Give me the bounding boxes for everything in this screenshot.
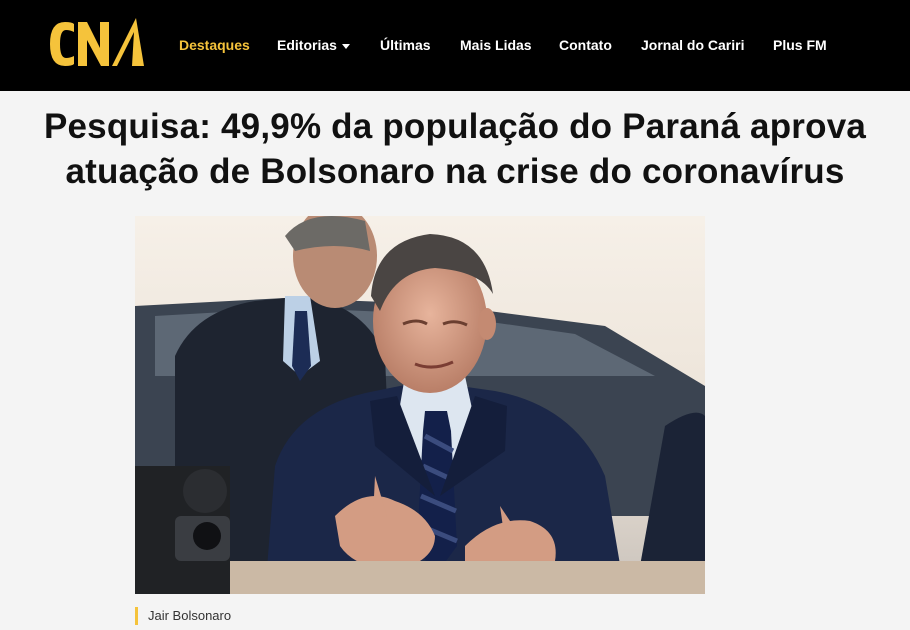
nav-contato-label: Contato [559, 37, 612, 53]
nav-jornal-do-cariri-label: Jornal do Cariri [641, 37, 745, 53]
site-logo[interactable] [48, 18, 146, 70]
nav-jornal-do-cariri[interactable]: Jornal do Cariri [641, 37, 744, 53]
nav-plus-fm[interactable]: Plus FM [773, 37, 827, 53]
top-navbar: Destaques Editorias Últimas Mais Lidas C… [0, 0, 910, 91]
nav-plus-fm-label: Plus FM [773, 37, 827, 53]
nav-editorias[interactable]: Editorias [277, 37, 350, 53]
nav-destaques-label: Destaques [179, 37, 250, 53]
photo-caption: Jair Bolsonaro [135, 607, 231, 625]
nav-mais-lidas-label: Mais Lidas [460, 37, 532, 53]
article-headline: Pesquisa: 49,9% da população do Paraná a… [43, 107, 867, 191]
nav-ultimas[interactable]: Últimas [380, 37, 431, 53]
nav-mais-lidas[interactable]: Mais Lidas [460, 37, 532, 53]
nav-contato[interactable]: Contato [559, 37, 612, 53]
nav-editorias-label: Editorias [277, 37, 337, 53]
article-photo [135, 216, 705, 594]
caret-down-icon [341, 43, 350, 49]
nav-ultimas-label: Últimas [380, 37, 431, 53]
nav-destaques[interactable]: Destaques [179, 37, 250, 53]
photo-illustration [135, 216, 705, 594]
